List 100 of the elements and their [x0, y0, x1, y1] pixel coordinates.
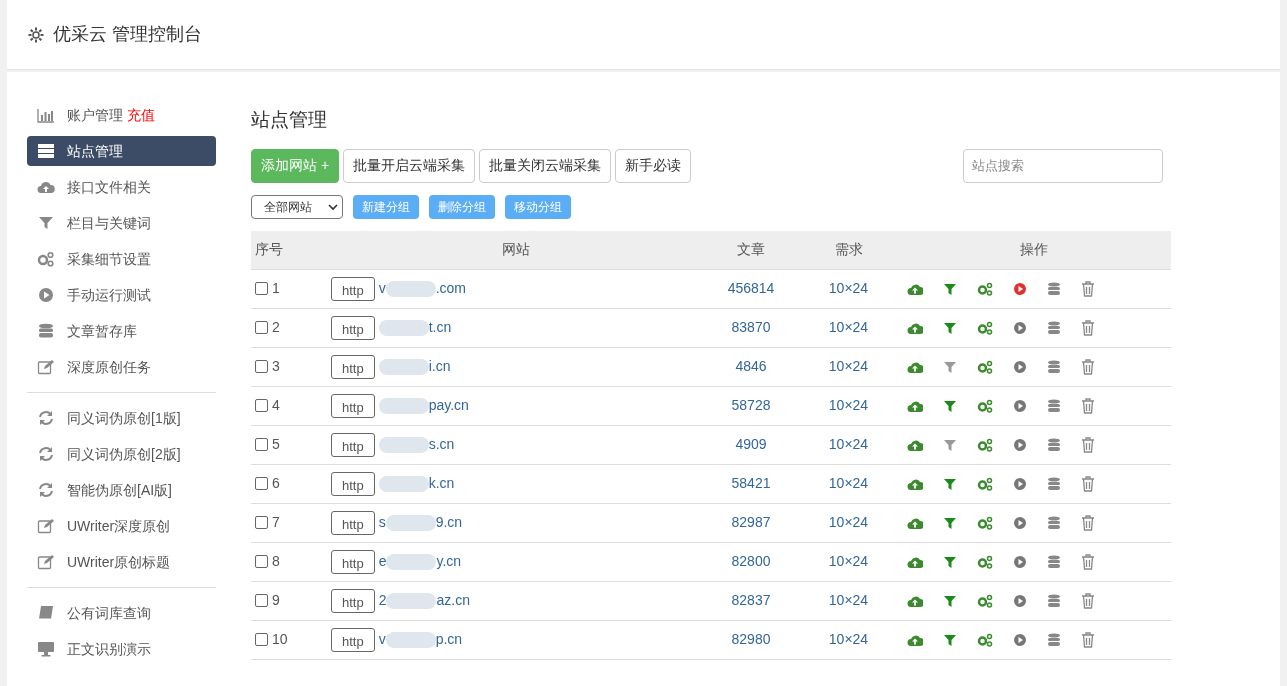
- gears-icon[interactable]: [977, 398, 993, 413]
- cloud-upload-icon[interactable]: [907, 516, 923, 529]
- sidebar-item[interactable]: 采集细节设置: [27, 244, 216, 274]
- database-icon[interactable]: [1047, 554, 1061, 569]
- sidebar-item[interactable]: 正文识别演示: [27, 634, 216, 664]
- cloud-upload-icon[interactable]: [907, 633, 923, 646]
- trash-icon[interactable]: [1081, 319, 1095, 336]
- database-icon[interactable]: [1047, 281, 1061, 296]
- play-icon[interactable]: [1013, 515, 1027, 530]
- sidebar-item[interactable]: 同义词伪原创[1版]: [27, 403, 216, 433]
- row-checkbox[interactable]: [255, 399, 268, 412]
- filter-icon[interactable]: [943, 438, 957, 451]
- gears-icon[interactable]: [977, 359, 993, 374]
- row-checkbox[interactable]: [255, 438, 268, 451]
- row-checkbox[interactable]: [255, 321, 268, 334]
- sidebar-item[interactable]: 文章暂存库: [27, 316, 216, 346]
- trash-icon[interactable]: [1081, 592, 1095, 609]
- row-checkbox[interactable]: [255, 477, 268, 490]
- cloud-upload-icon[interactable]: [907, 594, 923, 607]
- play-icon[interactable]: [1013, 437, 1027, 452]
- row-checkbox[interactable]: [255, 282, 268, 295]
- sidebar-item[interactable]: 接口文件相关: [27, 172, 216, 202]
- filter-icon[interactable]: [943, 555, 957, 568]
- gears-icon[interactable]: [977, 281, 993, 296]
- row-checkbox[interactable]: [255, 516, 268, 529]
- filter-icon[interactable]: [943, 594, 957, 607]
- cloud-upload-icon[interactable]: [907, 477, 923, 490]
- sidebar-item[interactable]: UWriter原创标题: [27, 547, 216, 577]
- database-icon[interactable]: [1047, 359, 1061, 374]
- edit-icon: [37, 359, 55, 375]
- toolbar-button[interactable]: 新手必读: [615, 148, 692, 183]
- sidebar-item[interactable]: 站点管理: [27, 136, 216, 166]
- site-domain[interactable]: v .com: [378, 278, 467, 299]
- filter-icon[interactable]: [943, 282, 957, 295]
- database-icon[interactable]: [1047, 515, 1061, 530]
- trash-icon[interactable]: [1081, 475, 1095, 492]
- play-icon[interactable]: [1013, 281, 1027, 296]
- filter-icon[interactable]: [943, 477, 957, 490]
- row-checkbox[interactable]: [255, 555, 268, 568]
- database-icon[interactable]: [1047, 593, 1061, 608]
- gears-icon[interactable]: [977, 476, 993, 491]
- trash-icon[interactable]: [1081, 436, 1095, 453]
- gears-icon[interactable]: [977, 515, 993, 530]
- trash-icon[interactable]: [1081, 358, 1095, 375]
- database-icon[interactable]: [1047, 398, 1061, 413]
- column-header: 网站: [501, 240, 531, 259]
- sidebar-item[interactable]: 同义词伪原创[2版]: [27, 439, 216, 469]
- play-icon[interactable]: [1013, 476, 1027, 491]
- refresh-icon: [37, 482, 55, 498]
- article-count: 82980: [730, 630, 772, 649]
- sidebar-item[interactable]: 栏目与关键词: [27, 208, 216, 238]
- sidebar-item[interactable]: 深度原创任务: [27, 352, 216, 382]
- gears-icon[interactable]: [977, 632, 993, 647]
- cloud-upload-icon[interactable]: [907, 438, 923, 451]
- filter-icon[interactable]: [943, 399, 957, 412]
- row-checkbox[interactable]: [255, 633, 268, 646]
- site-domain[interactable]: e y.cn: [378, 551, 462, 572]
- play-icon[interactable]: [1013, 398, 1027, 413]
- row-checkbox[interactable]: [255, 360, 268, 373]
- gears-icon[interactable]: [977, 320, 993, 335]
- cloud-upload-icon[interactable]: [907, 360, 923, 373]
- sidebar-item[interactable]: 智能伪原创[AI版]: [27, 475, 216, 505]
- filter-icon[interactable]: [943, 633, 957, 646]
- database-icon[interactable]: [1047, 632, 1061, 647]
- search-field[interactable]: 站点搜索: [963, 148, 1163, 183]
- database-icon[interactable]: [1047, 320, 1061, 335]
- toolbar-button[interactable]: 批量关闭云端采集: [479, 148, 612, 183]
- row-checkbox[interactable]: [255, 594, 268, 607]
- gears-icon[interactable]: [977, 437, 993, 452]
- cloud-upload-icon[interactable]: [907, 321, 923, 334]
- cloud-upload-icon[interactable]: [907, 555, 923, 568]
- cloud-upload-icon[interactable]: [907, 282, 923, 295]
- site-domain[interactable]: s 9.cn: [378, 512, 463, 533]
- play-icon[interactable]: [1013, 593, 1027, 608]
- sidebar-item[interactable]: 手动运行测试: [27, 280, 216, 310]
- play-icon[interactable]: [1013, 632, 1027, 647]
- trash-icon[interactable]: [1081, 397, 1095, 414]
- site-domain[interactable]: pay.cn: [378, 395, 469, 416]
- trash-icon[interactable]: [1081, 631, 1095, 648]
- site-domain[interactable]: 2 az.cn: [378, 590, 470, 611]
- filter-icon[interactable]: [943, 360, 957, 373]
- sidebar-item[interactable]: 公有词库查询: [27, 598, 216, 628]
- cloud-upload-icon[interactable]: [907, 399, 923, 412]
- sidebar-item[interactable]: UWriter深度原创: [27, 511, 216, 541]
- sidebar-item[interactable]: 账户管理 充值: [27, 100, 216, 130]
- play-icon[interactable]: [1013, 554, 1027, 569]
- gears-icon[interactable]: [977, 554, 993, 569]
- play-icon[interactable]: [1013, 320, 1027, 335]
- toolbar-button[interactable]: 批量开启云端采集: [343, 148, 476, 183]
- group-select[interactable]: 全部网站: [251, 194, 343, 219]
- trash-icon[interactable]: [1081, 280, 1095, 297]
- database-icon[interactable]: [1047, 476, 1061, 491]
- site-domain[interactable]: v p.cn: [378, 629, 463, 650]
- filter-icon[interactable]: [943, 321, 957, 334]
- gears-icon[interactable]: [977, 593, 993, 608]
- trash-icon[interactable]: [1081, 553, 1095, 570]
- play-icon[interactable]: [1013, 359, 1027, 374]
- database-icon[interactable]: [1047, 437, 1061, 452]
- trash-icon[interactable]: [1081, 514, 1095, 531]
- filter-icon[interactable]: [943, 516, 957, 529]
